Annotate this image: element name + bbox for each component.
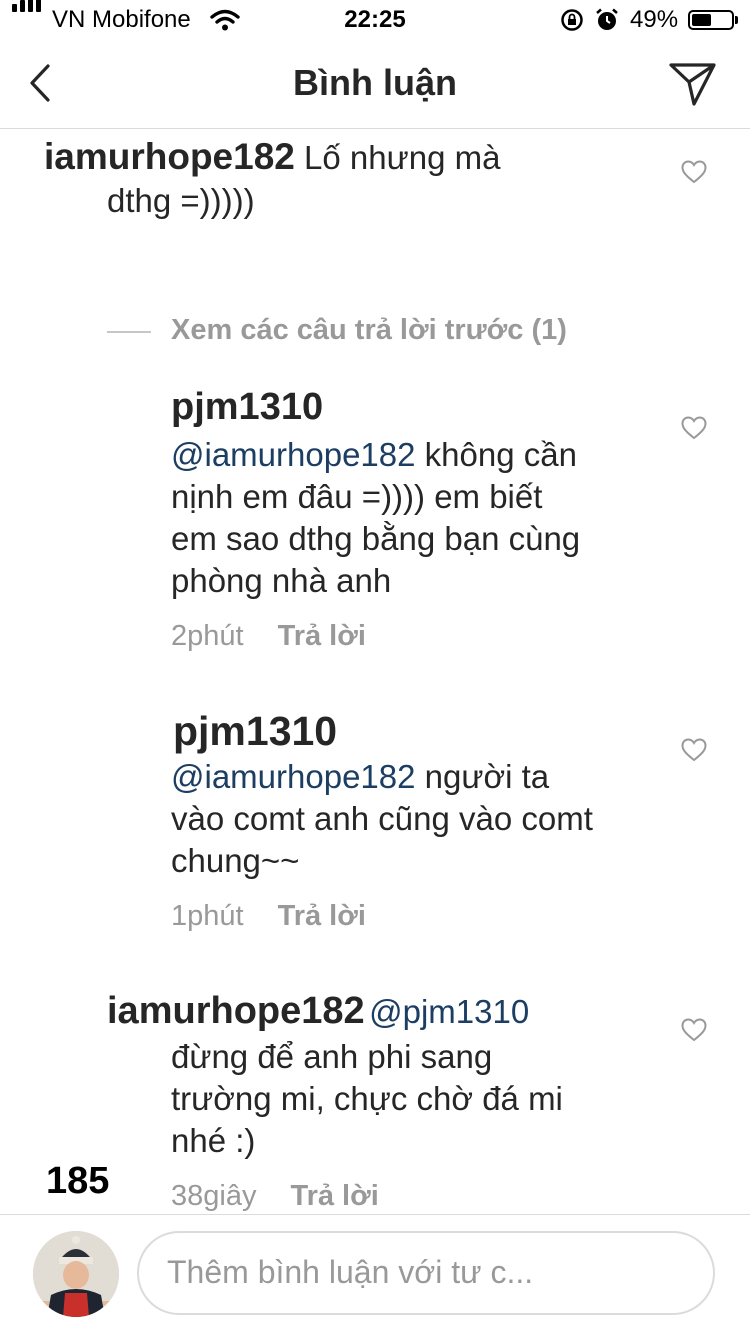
- view-previous-replies-button[interactable]: Xem các câu trả lời trước (1): [171, 314, 567, 347]
- comment-text-line: phòng nhà anh: [171, 562, 392, 599]
- comment-text-line: vào comt anh cũng vào comt: [171, 800, 593, 837]
- status-bar: VN Mobifone 22:25 49%: [0, 0, 750, 40]
- avatar: [33, 1231, 119, 1317]
- comment-body: @iamurhope182 không cần nịnh em đâu =)))…: [171, 434, 651, 602]
- reply-button[interactable]: Trả lời: [290, 1180, 378, 1212]
- battery-icon: [688, 10, 738, 30]
- heart-outline-icon[interactable]: [681, 1018, 707, 1042]
- comment-text-line: trường mi, chực chờ đá mi: [171, 1080, 563, 1117]
- page-title: Bình luận: [293, 62, 457, 103]
- comment-timestamp: 2phút: [171, 620, 244, 652]
- comment-text: đừng để anh phi sang: [171, 1038, 493, 1075]
- comment-input[interactable]: [165, 1253, 689, 1292]
- battery-percent: 49%: [630, 6, 679, 33]
- comment-body: iamurhope182 Lố nhưng mà: [44, 136, 644, 179]
- comment-item: pjm1310 @iamurhope182 không cần nịnh em …: [0, 384, 750, 664]
- comment-text-line: nịnh em đâu =)))) em biết: [171, 478, 543, 515]
- user-photo-icon: [33, 1231, 119, 1317]
- heart-outline-icon[interactable]: [681, 738, 707, 762]
- comment-item: iamurhope182 Lố nhưng mà dthg =))))): [0, 130, 750, 240]
- comment-username[interactable]: pjm1310: [173, 708, 337, 755]
- comment-input-wrapper: [137, 1231, 715, 1315]
- paper-plane-icon[interactable]: [668, 60, 718, 108]
- mention-link[interactable]: @pjm1310: [369, 993, 529, 1030]
- comment-meta: 38giây Trả lời: [171, 1180, 379, 1213]
- heart-outline-icon[interactable]: [681, 160, 707, 184]
- comment-text-line: nhé :): [171, 1122, 256, 1159]
- reply-button[interactable]: Trả lời: [278, 900, 366, 932]
- rotation-lock-icon: [561, 9, 583, 31]
- comment-body: @iamurhope182 người ta vào comt anh cũng…: [171, 756, 671, 882]
- comment-username[interactable]: iamurhope182: [44, 136, 295, 177]
- comment-item: iamurhope182 @pjm1310 đừng để anh phi sa…: [0, 990, 750, 1214]
- comment-text: không cần: [424, 436, 577, 473]
- comment-meta: 1phút Trả lời: [171, 900, 366, 933]
- comment-text: người ta: [424, 758, 550, 795]
- comment-composer: [0, 1214, 750, 1335]
- battery-level-fill: [692, 14, 711, 26]
- comment-text-line: chung~~: [171, 842, 300, 879]
- comment-timestamp: 38giây: [171, 1180, 257, 1212]
- comment-item: pjm1310 @iamurhope182 người ta vào comt …: [0, 706, 750, 946]
- comment-timestamp: 1phút: [171, 900, 244, 932]
- comment-meta: 2phút Trả lời: [171, 620, 366, 653]
- comment-body: đừng để anh phi sang trường mi, chực chờ…: [171, 1036, 651, 1162]
- mention-link[interactable]: @iamurhope182: [171, 436, 416, 473]
- comment-username[interactable]: iamurhope182: [107, 990, 365, 1032]
- alarm-icon: [596, 8, 618, 30]
- overlay-counter: 185: [46, 1160, 110, 1202]
- comment-username[interactable]: pjm1310: [171, 386, 323, 429]
- mention-link[interactable]: @iamurhope182: [171, 758, 416, 795]
- comment-text: Lố nhưng mà: [304, 139, 501, 176]
- navigation-bar: Bình luận: [0, 40, 750, 129]
- reply-button[interactable]: Trả lời: [278, 620, 366, 652]
- comment-text-line: em sao dthg bằng bạn cùng: [171, 520, 581, 557]
- divider-line: [107, 331, 151, 333]
- comment-header: iamurhope182 @pjm1310: [107, 990, 529, 1033]
- heart-outline-icon[interactable]: [681, 416, 707, 440]
- comment-text-line: dthg =))))): [107, 182, 255, 219]
